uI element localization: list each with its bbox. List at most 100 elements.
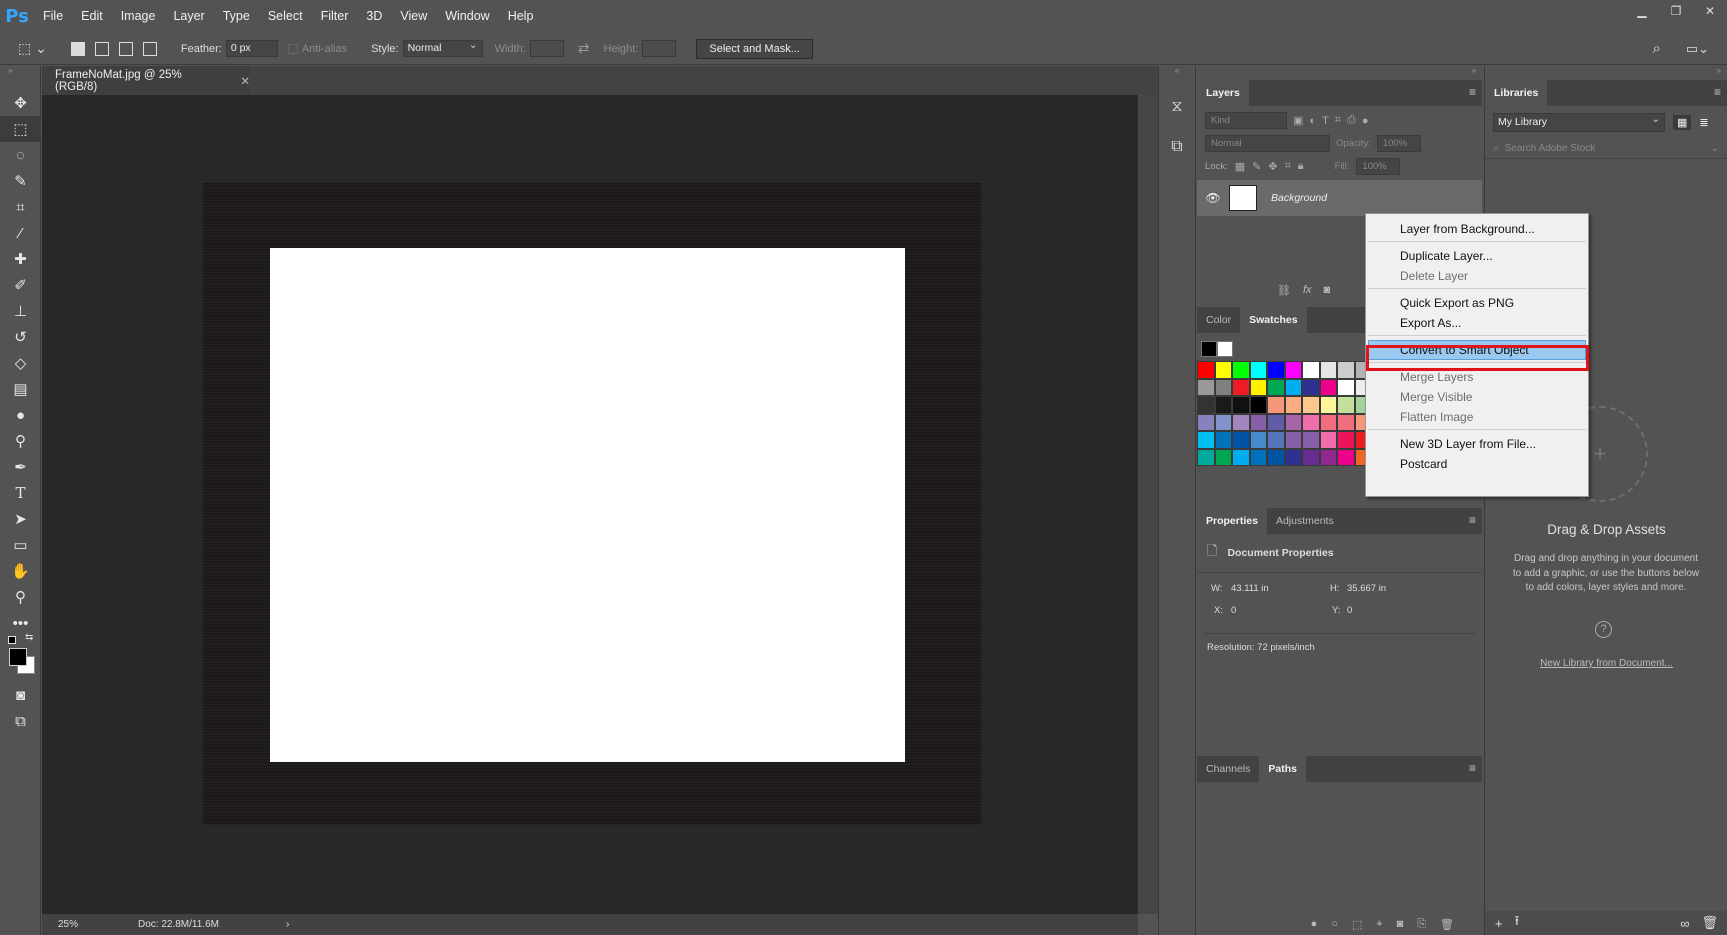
add-path-mask-icon[interactable]: ◙: [1397, 918, 1404, 930]
tab-channels[interactable]: Channels: [1197, 756, 1259, 782]
grid-view-icon[interactable]: ▦: [1673, 115, 1692, 130]
menu-postcard[interactable]: Postcard: [1366, 453, 1588, 475]
menu-type[interactable]: Type: [214, 0, 259, 33]
swatch-cell[interactable]: [1267, 396, 1285, 414]
swap-colors-icon[interactable]: ⇆: [25, 632, 33, 643]
menu-file[interactable]: File: [34, 0, 72, 33]
menu-new-3d-layer-from-file[interactable]: New 3D Layer from File...: [1366, 433, 1588, 455]
close-window-icon[interactable]: ✕: [1693, 0, 1727, 22]
clone-stamp-tool-icon[interactable]: ⊥: [0, 298, 41, 324]
swatch-cell[interactable]: [1232, 378, 1250, 396]
load-selection-icon[interactable]: ⬚: [1352, 918, 1362, 931]
move-tool-icon[interactable]: ✥: [0, 90, 41, 116]
swatch-cell[interactable]: [1197, 378, 1215, 396]
filter-type-icon[interactable]: T: [1322, 115, 1329, 127]
more-tools-icon[interactable]: •••: [0, 610, 41, 636]
swatch-cell[interactable]: [1267, 448, 1285, 466]
swatch-cell[interactable]: [1232, 361, 1250, 379]
restore-icon[interactable]: ❐: [1659, 0, 1693, 22]
swatch-cell[interactable]: [1214, 396, 1232, 414]
filter-toggle-icon[interactable]: ●: [1362, 115, 1369, 127]
layer-style-icon[interactable]: fx: [1303, 284, 1312, 296]
swatch-cell[interactable]: [1197, 431, 1215, 449]
new-path-icon[interactable]: ⎘: [1417, 918, 1426, 931]
height-input[interactable]: [642, 40, 677, 57]
swatch-cell[interactable]: [1284, 396, 1302, 414]
swatch-cell[interactable]: [1267, 361, 1285, 379]
menu-flatten-image[interactable]: Flatten Image: [1366, 406, 1588, 428]
swatch-cell[interactable]: [1337, 448, 1355, 466]
history-panel-icon[interactable]: ⧖: [1159, 92, 1195, 122]
menu-window[interactable]: Window: [436, 0, 498, 33]
lock-transparent-icon[interactable]: ▦: [1235, 160, 1245, 173]
swatch-cell[interactable]: [1337, 431, 1355, 449]
tab-color[interactable]: Color: [1197, 307, 1240, 333]
library-select[interactable]: My Library: [1493, 111, 1665, 132]
swatch-cell[interactable]: [1302, 431, 1320, 449]
subtract-selection-icon[interactable]: [118, 41, 133, 56]
list-view-icon[interactable]: ≣: [1699, 116, 1708, 129]
swatch-cell[interactable]: [1337, 413, 1355, 431]
default-colors-icon[interactable]: [8, 636, 16, 644]
blend-mode-select[interactable]: Normal: [1205, 135, 1330, 152]
swatch-cell[interactable]: [1232, 396, 1250, 414]
tab-swatches[interactable]: Swatches: [1240, 307, 1307, 333]
workspace-icon[interactable]: ▭⌄: [1686, 41, 1709, 57]
gradient-tool-icon[interactable]: ▤: [0, 376, 41, 402]
paths-panel-menu-icon[interactable]: ≡: [1469, 762, 1476, 774]
creative-cloud-icon[interactable]: ∞: [1680, 916, 1689, 931]
lock-position-icon[interactable]: ✥: [1268, 160, 1277, 173]
swatch-cell[interactable]: [1284, 431, 1302, 449]
swatch-cell[interactable]: [1319, 431, 1337, 449]
swatch-cell[interactable]: [1249, 361, 1267, 379]
stroke-path-icon[interactable]: ○: [1331, 918, 1338, 930]
filter-adjustment-icon[interactable]: ◐: [1309, 115, 1316, 127]
path-selection-tool-icon[interactable]: ➤: [0, 506, 41, 532]
document-tab[interactable]: FrameNoMat.jpg @ 25% (RGB/8) ✕: [42, 66, 250, 95]
zoom-tool-icon[interactable]: ⚲: [0, 584, 41, 610]
new-library-from-document-link[interactable]: New Library from Document...: [1485, 658, 1727, 669]
zoom-level[interactable]: 25%: [42, 919, 90, 930]
menu-layer-from-background[interactable]: Layer from Background...: [1366, 218, 1588, 240]
lock-artboard-icon[interactable]: ⌗: [1285, 160, 1291, 173]
swatch-cell[interactable]: [1214, 361, 1232, 379]
swatch-cell[interactable]: [1249, 378, 1267, 396]
swatch-cell[interactable]: [1284, 413, 1302, 431]
add-content-icon[interactable]: +: [1495, 916, 1503, 931]
swatch-cell[interactable]: [1267, 378, 1285, 396]
menu-image[interactable]: Image: [112, 0, 165, 33]
select-and-mask-button[interactable]: Select and Mask...: [696, 38, 813, 59]
marquee-preset-icon[interactable]: ⬚ ⌄: [18, 40, 47, 57]
swatch-cell[interactable]: [1232, 413, 1250, 431]
menu-export-as[interactable]: Export As...: [1366, 312, 1588, 334]
swatch-cell[interactable]: [1319, 413, 1337, 431]
lock-all-icon[interactable]: 🔒︎: [1298, 160, 1304, 173]
close-document-icon[interactable]: ✕: [240, 74, 250, 88]
swatch-cell[interactable]: [1197, 448, 1215, 466]
layer-filter-kind[interactable]: Kind: [1205, 112, 1287, 129]
swatch-cell[interactable]: [1284, 378, 1302, 396]
dodge-tool-icon[interactable]: ⚲: [0, 428, 41, 454]
swatch-cell[interactable]: [1249, 413, 1267, 431]
swatch-cell[interactable]: [1267, 431, 1285, 449]
y-prop-value[interactable]: 0: [1347, 605, 1352, 616]
quick-mask-icon[interactable]: ◙: [0, 682, 41, 708]
menu-layer[interactable]: Layer: [164, 0, 213, 33]
upload-icon[interactable]: ⭱: [1515, 912, 1520, 934]
swatch-cell[interactable]: [1197, 413, 1215, 431]
x-prop-value[interactable]: 0: [1231, 605, 1236, 616]
menu-select[interactable]: Select: [259, 0, 312, 33]
filter-pixel-icon[interactable]: ▣: [1293, 114, 1303, 127]
new-selection-icon[interactable]: [70, 41, 85, 56]
style-select[interactable]: Normal: [402, 38, 483, 57]
height-prop-value[interactable]: 35.667 in: [1347, 583, 1386, 594]
width-prop-value[interactable]: 43.111 in: [1231, 583, 1269, 594]
tab-properties[interactable]: Properties: [1197, 508, 1267, 534]
vertical-scrollbar[interactable]: [1138, 95, 1158, 914]
swatch-cell[interactable]: [1302, 396, 1320, 414]
marquee-tool-icon[interactable]: ⬚: [0, 116, 41, 142]
recent-swatch-black[interactable]: [1201, 341, 1217, 357]
menu-merge-visible[interactable]: Merge Visible: [1366, 386, 1588, 408]
history-brush-tool-icon[interactable]: ↺: [0, 324, 41, 350]
help-icon[interactable]: ?: [1595, 621, 1612, 638]
